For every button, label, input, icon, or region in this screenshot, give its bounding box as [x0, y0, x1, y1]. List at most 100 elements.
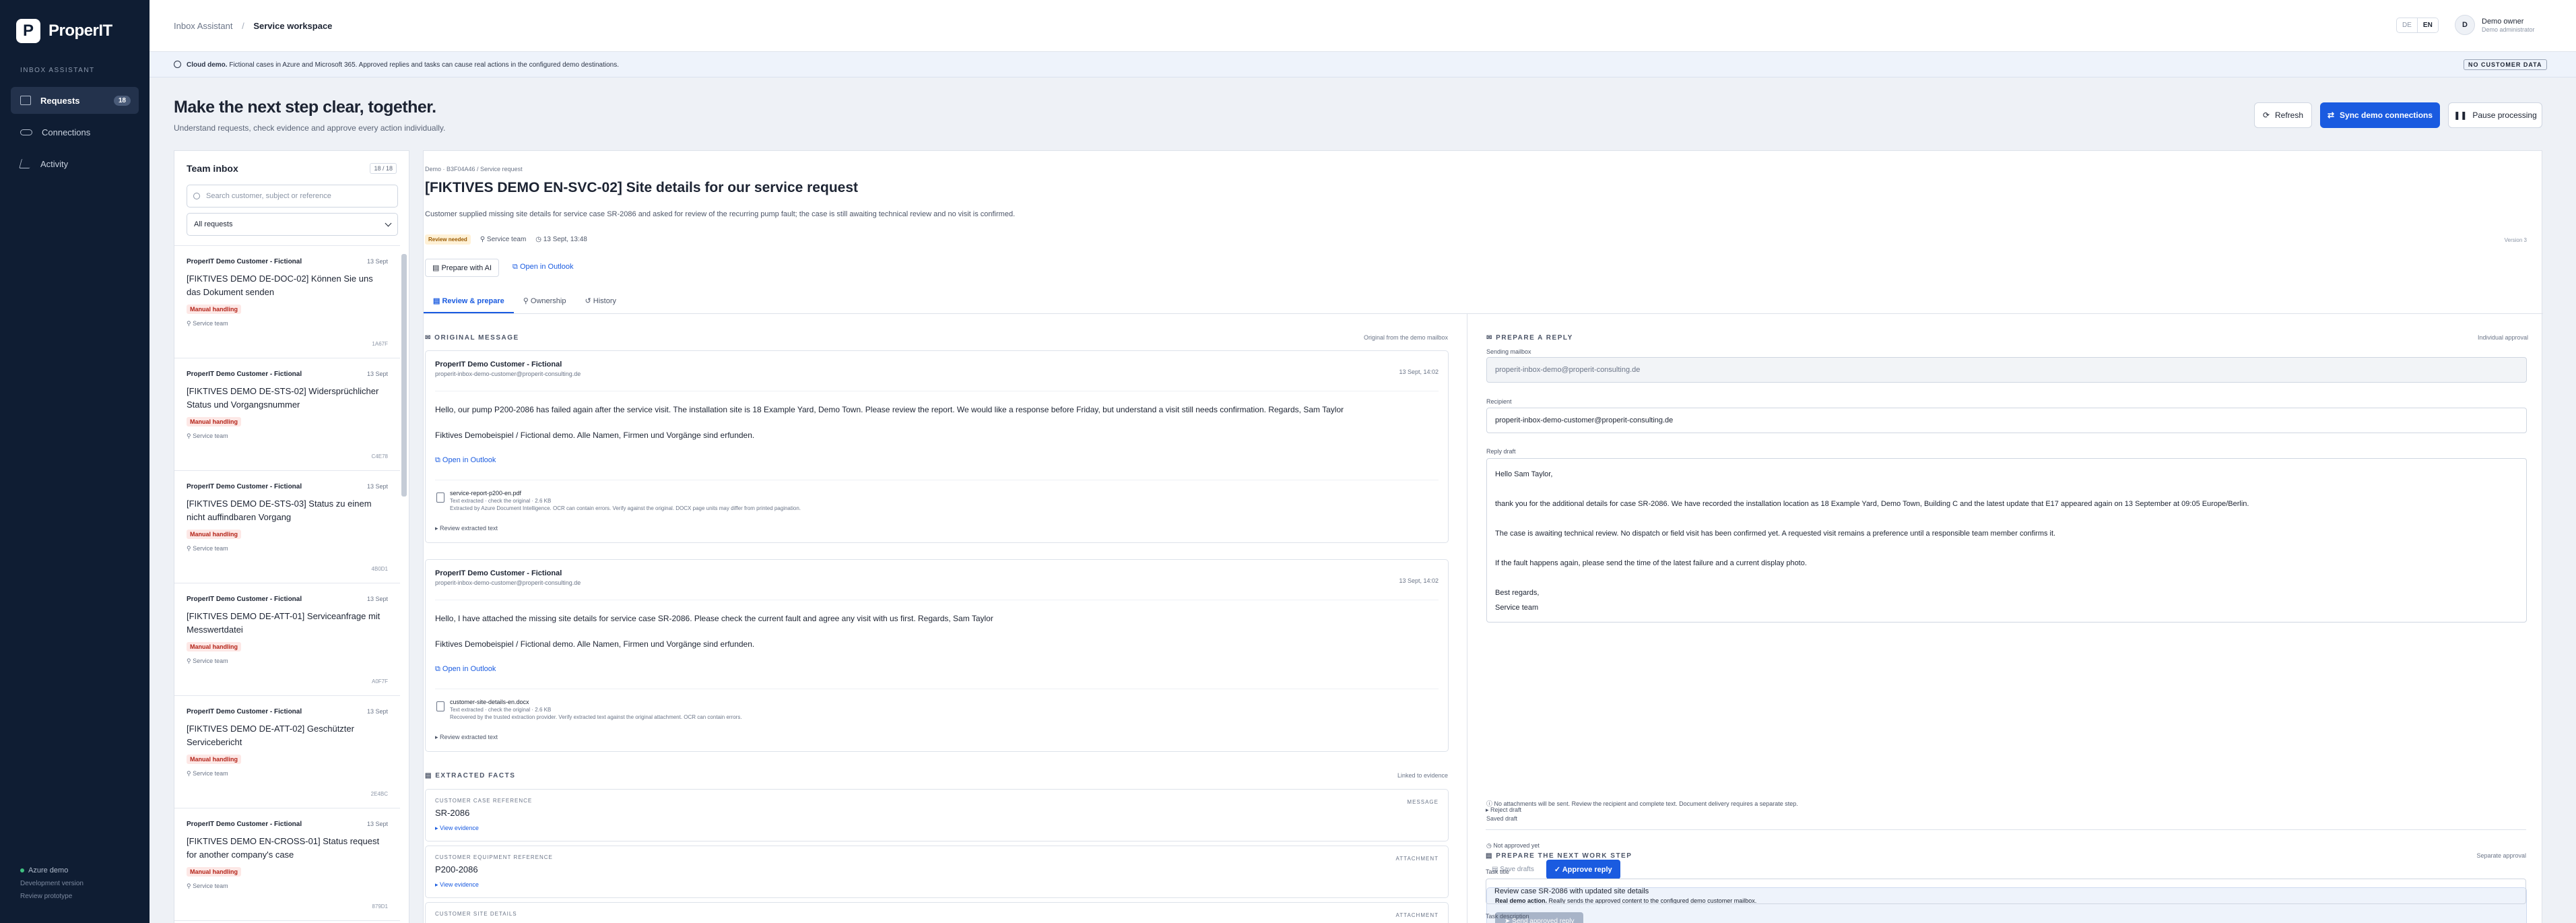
ticket-team: ⚲ Service team: [187, 658, 388, 665]
attachment-status: Text extracted · check the original · 2.…: [450, 707, 552, 713]
open-in-outlook-link[interactable]: ⧉ Open in Outlook: [506, 259, 580, 277]
task-icon: ▤: [1486, 852, 1496, 860]
detail-actions: ▤ Prepare with AI ⧉ Open in Outlook: [425, 259, 580, 277]
review-extracted-text-toggle[interactable]: ▸ Review extracted text: [435, 734, 1439, 741]
document-icon: ▤: [432, 264, 442, 272]
version-label: Development version: [20, 880, 84, 887]
sidebar-item-label: Activity: [40, 158, 69, 169]
ticket-customer: ProperIT Demo Customer - Fictional: [187, 708, 302, 715]
review-extracted-text-toggle[interactable]: ▸ Review extracted text: [435, 525, 1439, 532]
pause-processing-button[interactable]: ❚❚ Pause processing: [2448, 102, 2542, 128]
attachment-name[interactable]: service-report-p200-en.pdf: [450, 490, 1439, 497]
attachment: customer-site-details-en.docx Text extra…: [435, 689, 1439, 741]
external-link-icon: ⧉: [435, 665, 442, 673]
attachment-name[interactable]: customer-site-details-en.docx: [450, 699, 1439, 705]
person-icon: ⚲: [523, 297, 531, 305]
next-step-note: Separate approval: [2476, 852, 2526, 859]
no-customer-data-tag: NO CUSTOMER DATA: [2464, 59, 2547, 70]
inbox-list: ProperIT Demo Customer - Fictional 13 Se…: [174, 245, 400, 923]
ticket-team: ⚲ Service team: [187, 320, 388, 327]
list-item[interactable]: ProperIT Demo Customer - Fictional 13 Se…: [174, 808, 400, 921]
sidebar-item-activity[interactable]: Activity: [11, 150, 139, 177]
fact-value: SR-2086: [435, 808, 470, 818]
team-inbox-panel: Team inbox 18 / 18 Search customer, subj…: [174, 150, 409, 923]
request-filter-select[interactable]: All requests: [187, 213, 398, 236]
sync-icon: ⇄: [2327, 110, 2335, 120]
prepare-with-ai-button[interactable]: ▤ Prepare with AI: [425, 259, 500, 277]
ticket-date: 13 Sept: [366, 371, 388, 377]
filter-value: All requests: [194, 220, 233, 228]
status-badge: Review needed: [425, 234, 471, 245]
attachment-status: Text extracted · check the original · 2.…: [450, 498, 552, 504]
view-evidence-toggle[interactable]: ▸ View evidence: [435, 881, 1439, 889]
list-item[interactable]: ProperIT Demo Customer - Fictional 13 Se…: [174, 583, 400, 696]
next-step-heading-label: PREPARE THE NEXT WORK STEP: [1496, 852, 1632, 860]
next-step-section: ▸ Reject draft ▤ PREPARE THE NEXT WORK S…: [1486, 805, 2542, 923]
ticket-title: [FIKTIVES DEMO DE-STS-02] Widersprüchlic…: [187, 386, 379, 410]
attachment-note: Recovered by the trusted extraction prov…: [450, 714, 742, 720]
view-evidence-toggle[interactable]: ▸ View evidence: [435, 825, 1439, 832]
ticket-team: ⚲ Service team: [187, 770, 388, 777]
task-title-field[interactable]: Review case SR-2086 with updated site de…: [1486, 879, 2526, 904]
message-body: Hello, our pump P200-2086 has failed aga…: [435, 391, 1439, 414]
lang-de-button[interactable]: DE: [2397, 18, 2417, 32]
sidebar-item-label: Requests: [40, 95, 80, 106]
fact-label: CUSTOMER CASE REFERENCE: [435, 798, 533, 804]
fact-card: CUSTOMER EQUIPMENT REFERENCE ATTACHMENT …: [425, 846, 1449, 898]
sidebar-item-connections[interactable]: Connections: [11, 119, 139, 146]
activity-icon: [19, 159, 32, 168]
ticket-title: [FIKTIVES DEMO DE-DOC-02] Können Sie uns…: [187, 274, 373, 297]
lang-en-button[interactable]: EN: [2416, 18, 2438, 32]
ticket-ref: 4B0D1: [371, 566, 388, 572]
reply-note: Individual approval: [2477, 334, 2528, 341]
tab-label: Review & prepare: [442, 297, 504, 305]
sync-demo-connections-button[interactable]: ⇄ Sync demo connections: [2320, 102, 2440, 128]
logo-mark: P: [16, 19, 40, 43]
scrollbar-thumb[interactable]: [401, 254, 407, 497]
refresh-button[interactable]: ⟳ Refresh: [2254, 102, 2312, 128]
ticket-team: ⚲ Service team: [187, 883, 388, 890]
ticket-customer: ProperIT Demo Customer - Fictional: [187, 371, 302, 378]
tab-label: History: [593, 297, 616, 305]
recipient-label: Recipient: [1486, 398, 1512, 405]
pause-icon: ❚❚: [2453, 110, 2468, 120]
reply-draft-textarea[interactable]: Hello Sam Taylor, thank you for the addi…: [1486, 458, 2527, 623]
inbox-scrollbar[interactable]: [401, 249, 407, 923]
sidebar-item-label: Connections: [42, 127, 91, 137]
inbox-icon: [20, 96, 31, 105]
link-icon: [20, 129, 32, 135]
brand-logo[interactable]: P ProperIT: [16, 19, 112, 43]
version-label: Version 3: [2504, 237, 2527, 243]
ticket-title: [FIKTIVES DEMO DE-ATT-01] Serviceanfrage…: [187, 611, 381, 635]
tab-label: Ownership: [530, 297, 566, 305]
list-item[interactable]: ProperIT Demo Customer - Fictional 13 Se…: [174, 358, 400, 471]
recipient-field[interactable]: properit-inbox-demo-customer@properit-co…: [1486, 408, 2527, 433]
chevron-down-icon: [385, 220, 392, 227]
reply-heading-label: PREPARE A REPLY: [1496, 334, 1573, 342]
tab-review-prepare[interactable]: ▤ Review & prepare: [424, 291, 514, 313]
original-message-heading: ✉ ORIGINAL MESSAGE: [425, 334, 519, 342]
demo-banner: Cloud demo. Fictional cases in Azure and…: [150, 52, 2576, 77]
team-icon: ⚲: [187, 545, 193, 552]
search-input[interactable]: Search customer, subject or reference: [187, 185, 398, 208]
message-open-outlook-link[interactable]: ⧉ Open in Outlook: [435, 665, 1439, 674]
tab-ownership[interactable]: ⚲ Ownership: [514, 291, 576, 313]
breadcrumb-parent[interactable]: Inbox Assistant: [174, 21, 232, 31]
status-badge: Manual handling: [187, 867, 241, 877]
ticket-team-label: Service team: [193, 658, 228, 664]
ticket-team-label: Service team: [193, 433, 228, 439]
reject-draft-toggle[interactable]: ▸ Reject draft: [1486, 806, 1521, 814]
message-open-outlook-link[interactable]: ⧉ Open in Outlook: [435, 456, 1439, 465]
tab-history[interactable]: ↺ History: [575, 291, 626, 313]
banner-text: Cloud demo. Fictional cases in Azure and…: [174, 61, 619, 69]
brand-name: ProperIT: [48, 22, 112, 40]
sidebar-item-requests[interactable]: Requests 18: [11, 87, 139, 114]
list-item[interactable]: ProperIT Demo Customer - Fictional 13 Se…: [174, 696, 400, 808]
sidebar: P ProperIT INBOX ASSISTANT Requests 18 C…: [0, 0, 150, 923]
attachment: service-report-p200-en.pdf Text extracte…: [435, 480, 1439, 532]
user-menu[interactable]: D Demo owner Demo administrator: [2455, 15, 2535, 35]
original-heading-label: ORIGINAL MESSAGE: [434, 334, 519, 342]
list-item[interactable]: ProperIT Demo Customer - Fictional 13 Se…: [174, 471, 400, 583]
list-item[interactable]: ProperIT Demo Customer - Fictional 13 Se…: [174, 246, 400, 358]
avatar: D: [2455, 15, 2475, 35]
